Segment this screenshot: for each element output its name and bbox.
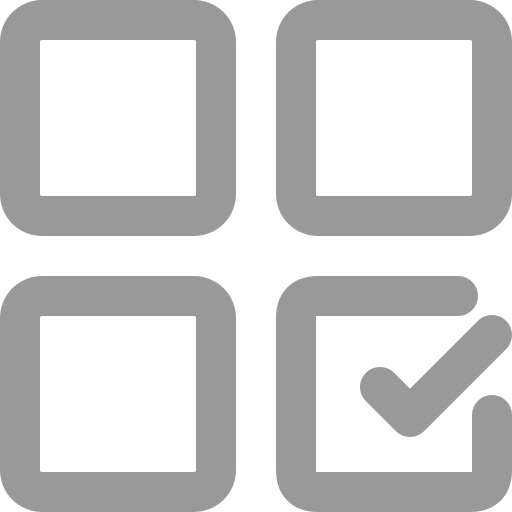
bottom-left-square-icon <box>0 276 236 512</box>
grid-checklist-icon <box>0 0 512 512</box>
top-left-square-icon <box>0 0 236 236</box>
top-right-square-icon <box>276 0 512 236</box>
icon-canvas <box>0 0 512 512</box>
